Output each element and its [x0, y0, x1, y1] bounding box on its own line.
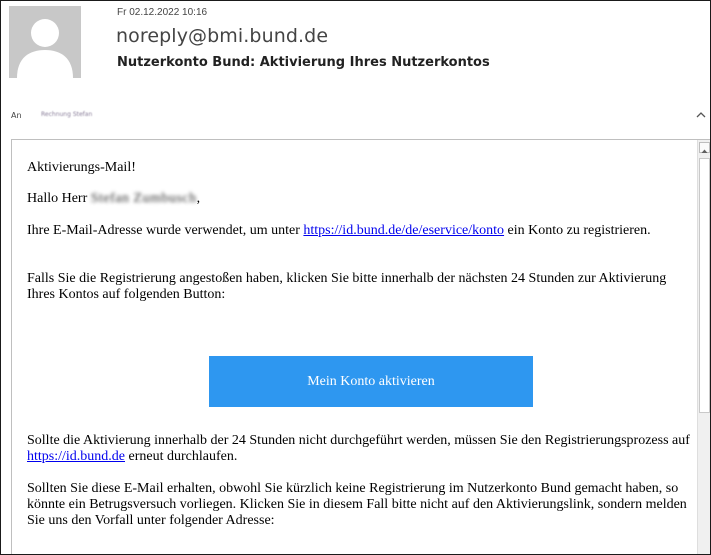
paragraph-instructions: Falls Sie die Registrierung angestoßen h… [27, 271, 667, 302]
paragraph-expiry: Sollte die Aktivierung innerhalb der 24 … [27, 433, 693, 465]
salutation-prefix: Hallo Herr [27, 191, 88, 206]
greeting-title: Aktivierungs-Mail! [27, 160, 136, 175]
email-window: Fr 02.12.2022 10:16 noreply@bmi.bund.de … [0, 0, 711, 555]
chevron-up-icon[interactable] [695, 110, 707, 120]
paragraph-registration: Ihre E-Mail-Adresse wurde verwendet, um … [27, 223, 693, 239]
paragraph-text: ein Konto zu registrieren. [504, 223, 651, 238]
salutation-suffix: , [196, 191, 201, 206]
scroll-up-button[interactable] [699, 142, 710, 153]
sender-avatar [9, 6, 81, 78]
vertical-scrollbar[interactable] [697, 140, 710, 554]
paragraph-text: erneut durchlaufen. [125, 449, 238, 464]
email-subject: Nutzerkonto Bund: Aktivierung Ihres Nutz… [117, 55, 490, 70]
paragraph-text: Sollte die Aktivierung innerhalb der 24 … [27, 433, 690, 448]
to-label: An [11, 111, 22, 120]
activate-account-button[interactable]: Mein Konto aktivieren [209, 356, 533, 407]
id-bund-link[interactable]: https://id.bund.de [27, 449, 125, 464]
recipient-name-redacted: Stefan Zumbusch [90, 191, 197, 206]
paragraph-text: Ihre E-Mail-Adresse wurde verwendet, um … [27, 223, 304, 238]
email-body-pane: Aktivierungs-Mail! Hallo Herr Stefan Zum… [11, 139, 710, 554]
salutation: Hallo Herr Stefan Zumbusch, [27, 191, 200, 207]
scroll-thumb[interactable] [699, 158, 710, 413]
person-silhouette-icon [9, 6, 81, 78]
sender-address[interactable]: noreply@bmi.bund.de [116, 25, 328, 47]
account-link[interactable]: https://id.bund.de/de/eservice/konto [303, 223, 504, 238]
sent-date: Fr 02.12.2022 10:16 [117, 7, 208, 18]
recipient-name[interactable]: Rechnung Stefan [41, 111, 92, 118]
triangle-up-icon [701, 149, 708, 153]
paragraph-warning: Sollten Sie diese E-Mail erhalten, obwoh… [27, 481, 687, 528]
